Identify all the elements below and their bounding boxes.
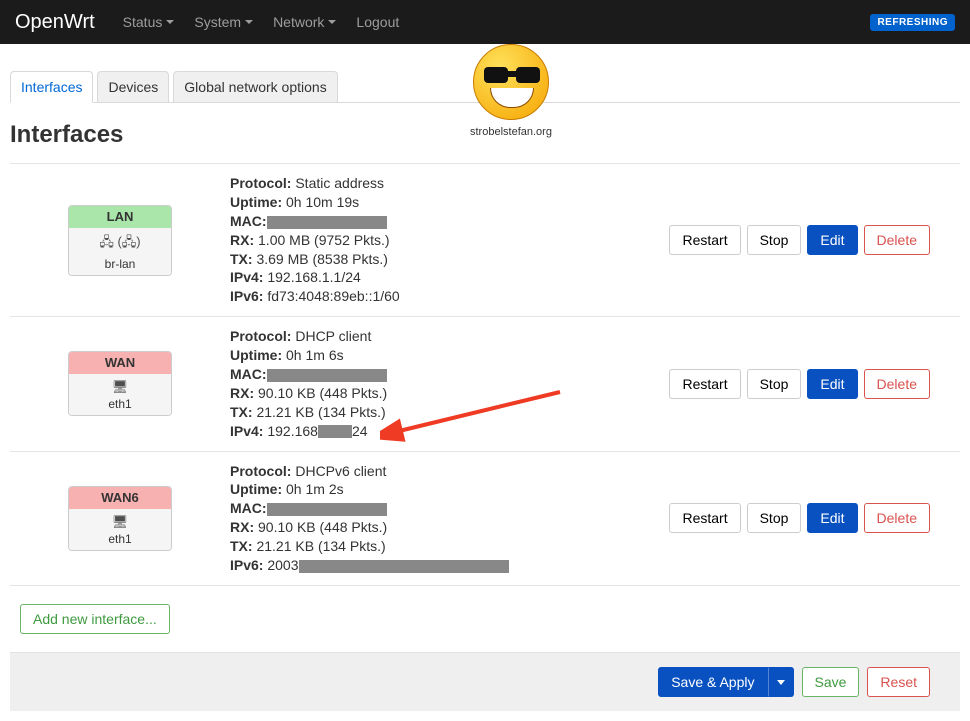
footer-actions: Save & Apply Save Reset (10, 652, 960, 711)
interface-box[interactable]: LAN 🖧 (🖧) br-lan (68, 205, 172, 276)
chevron-down-icon (328, 20, 336, 24)
edit-button[interactable]: Edit (807, 369, 857, 399)
restart-button[interactable]: Restart (669, 503, 740, 533)
chevron-down-icon (166, 20, 174, 24)
reset-button[interactable]: Reset (867, 667, 930, 697)
chevron-down-icon (245, 20, 253, 24)
stop-button[interactable]: Stop (747, 369, 802, 399)
ethernet-port-icon: 🖥 (112, 514, 129, 530)
interface-name: WAN6 (69, 487, 171, 509)
restart-button[interactable]: Restart (669, 369, 740, 399)
edit-button[interactable]: Edit (807, 225, 857, 255)
interface-row-wan6: WAN6 🖥 eth1 Protocol: DHCPv6 client Upti… (10, 451, 960, 585)
interface-details: Protocol: DHCP client Uptime: 0h 1m 6s M… (230, 327, 669, 440)
bridge-icon: 🖧 (🖧) (99, 233, 140, 255)
save-apply-button[interactable]: Save & Apply (658, 667, 767, 697)
redacted-mac (267, 369, 387, 382)
chevron-down-icon (777, 680, 785, 685)
interface-box[interactable]: WAN 🖥 eth1 (68, 351, 172, 416)
save-apply-dropdown[interactable] (768, 667, 794, 697)
top-navbar: OpenWrt Status System Network Logout REF… (0, 0, 970, 44)
tab-interfaces[interactable]: Interfaces (10, 71, 93, 103)
delete-button[interactable]: Delete (864, 503, 930, 533)
interface-device: eth1 (69, 532, 171, 546)
stop-button[interactable]: Stop (747, 503, 802, 533)
save-button[interactable]: Save (802, 667, 860, 697)
interface-name: WAN (69, 352, 171, 374)
ethernet-port-icon: 🖥 (112, 379, 129, 395)
watermark-caption: strobelstefan.org (470, 126, 552, 138)
brand[interactable]: OpenWrt (15, 11, 95, 34)
redacted-mac (267, 503, 387, 516)
interface-row-lan: LAN 🖧 (🖧) br-lan Protocol: Static addres… (10, 163, 960, 316)
interface-device: br-lan (69, 257, 171, 271)
redacted-ip (318, 425, 352, 438)
save-apply-split-button: Save & Apply (658, 667, 793, 697)
smiley-sunglasses-icon (473, 44, 549, 120)
delete-button[interactable]: Delete (864, 369, 930, 399)
nav-system[interactable]: System (184, 14, 263, 30)
redacted-mac (267, 216, 387, 229)
nav-network[interactable]: Network (263, 14, 346, 30)
interface-details: Protocol: DHCPv6 client Uptime: 0h 1m 2s… (230, 462, 669, 575)
interface-name: LAN (69, 206, 171, 228)
watermark-logo: strobelstefan.org (470, 44, 552, 138)
add-interface-button[interactable]: Add new interface... (20, 604, 170, 634)
interface-device: eth1 (69, 397, 171, 411)
redacted-ipv6 (299, 560, 509, 573)
restart-button[interactable]: Restart (669, 225, 740, 255)
nav-status[interactable]: Status (113, 14, 185, 30)
interface-details: Protocol: Static address Uptime: 0h 10m … (230, 174, 669, 306)
edit-button[interactable]: Edit (807, 503, 857, 533)
stop-button[interactable]: Stop (747, 225, 802, 255)
interface-row-wan: WAN 🖥 eth1 Protocol: DHCP client Uptime:… (10, 316, 960, 450)
refreshing-badge: REFRESHING (870, 14, 955, 31)
interface-box[interactable]: WAN6 🖥 eth1 (68, 486, 172, 551)
delete-button[interactable]: Delete (864, 225, 930, 255)
tab-global-network-options[interactable]: Global network options (173, 71, 337, 103)
tab-devices[interactable]: Devices (97, 71, 169, 103)
nav-logout[interactable]: Logout (346, 14, 409, 30)
